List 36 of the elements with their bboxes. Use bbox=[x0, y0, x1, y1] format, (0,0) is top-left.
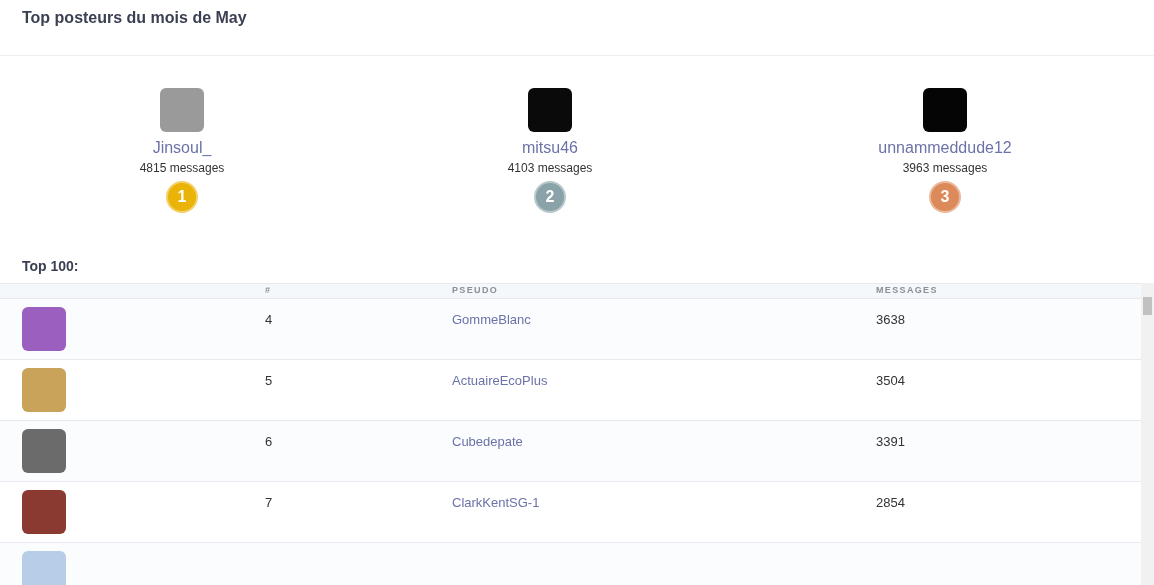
avatar-placeholder bbox=[528, 88, 572, 132]
column-header: MESSAGES bbox=[876, 285, 938, 295]
message-count-cell: 2854 bbox=[876, 494, 905, 510]
username-link[interactable]: ClarkKentSG-1 bbox=[452, 494, 540, 510]
username-link[interactable]: Cubedepate bbox=[452, 433, 523, 449]
username-link[interactable]: GommeBlanc bbox=[452, 311, 531, 327]
username-link[interactable]: unnammeddude12 bbox=[878, 138, 1012, 158]
page-title: Top posteurs du mois de May bbox=[22, 8, 247, 28]
message-count-cell: 3638 bbox=[876, 311, 905, 327]
avatar-placeholder bbox=[923, 88, 967, 132]
avatar-placeholder bbox=[22, 550, 66, 585]
message-count-cell: 3391 bbox=[876, 433, 905, 449]
column-header: # bbox=[265, 285, 272, 295]
medal-badge: 3 bbox=[929, 181, 961, 213]
username-link[interactable]: ActuaireEcoPlus bbox=[452, 372, 548, 388]
message-count: 4815 messages bbox=[139, 160, 225, 176]
username-link[interactable]: mitsu46 bbox=[522, 138, 578, 158]
message-count: 3963 messages bbox=[902, 160, 988, 176]
rank-cell: 4 bbox=[265, 311, 273, 327]
scrollbar[interactable] bbox=[1141, 283, 1154, 585]
rank-cell: 6 bbox=[265, 433, 273, 449]
rank-cell: 7 bbox=[265, 494, 273, 510]
avatar-placeholder bbox=[22, 306, 66, 351]
avatar-placeholder bbox=[160, 88, 204, 132]
avatar-placeholder bbox=[22, 428, 66, 473]
rank-cell: 5 bbox=[265, 372, 273, 388]
scrollbar-thumb[interactable] bbox=[1143, 297, 1152, 315]
medal-badge: 1 bbox=[166, 181, 198, 213]
message-count: 4103 messages bbox=[507, 160, 593, 176]
message-count-cell: 3504 bbox=[876, 372, 905, 388]
column-header: PSEUDO bbox=[452, 285, 499, 295]
section-heading: Top 100: bbox=[22, 258, 79, 274]
avatar-placeholder bbox=[22, 367, 66, 412]
medal-badge: 2 bbox=[534, 181, 566, 213]
avatar-placeholder bbox=[22, 489, 66, 534]
username-link[interactable]: Jinsoul_ bbox=[152, 138, 212, 158]
